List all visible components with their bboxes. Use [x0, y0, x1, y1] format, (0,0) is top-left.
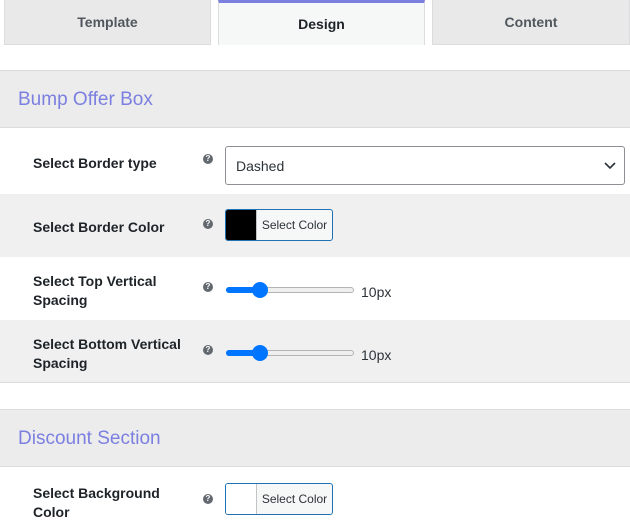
- section-header-discount: Discount Section: [0, 409, 630, 467]
- top-spacing-slider[interactable]: [226, 282, 356, 298]
- chevron-down-icon: [604, 162, 616, 170]
- slider-thumb[interactable]: [252, 345, 269, 361]
- section-title: Discount Section: [18, 428, 161, 449]
- top-spacing-label: Select Top Vertical Spacing: [33, 273, 157, 308]
- background-color-picker[interactable]: Select Color: [225, 483, 333, 515]
- select-color-label: Select Color: [261, 492, 328, 506]
- select-color-label: Select Color: [261, 218, 328, 232]
- border-color-picker[interactable]: Select Color: [225, 209, 333, 241]
- tab-bar: Template Design Content: [0, 0, 630, 45]
- question-circle-icon[interactable]: ?: [203, 494, 213, 504]
- bottom-spacing-slider[interactable]: [226, 345, 356, 361]
- section-header-bump-offer: Bump Offer Box: [0, 70, 630, 128]
- top-spacing-value: 10px: [361, 284, 392, 300]
- background-color-row: Select Background Color ? Select Color: [0, 468, 630, 528]
- question-circle-icon[interactable]: ?: [203, 345, 213, 355]
- bottom-spacing-row: Select Bottom Vertical Spacing ? 10px: [0, 320, 630, 383]
- bottom-spacing-value: 10px: [361, 347, 392, 363]
- question-circle-icon[interactable]: ?: [203, 282, 213, 292]
- slider-thumb[interactable]: [252, 282, 269, 298]
- tab-design[interactable]: Design: [218, 0, 425, 45]
- question-circle-icon[interactable]: ?: [203, 219, 213, 229]
- border-type-value: Dashed: [236, 157, 285, 174]
- border-color-row: Select Border Color ? Select Color: [0, 194, 630, 257]
- color-swatch: [226, 484, 257, 514]
- border-type-label: Select Border type: [33, 155, 157, 171]
- question-circle-icon[interactable]: ?: [203, 154, 213, 164]
- border-type-row: Select Border type ? Dashed: [0, 129, 630, 194]
- color-swatch: [226, 210, 257, 240]
- section-title: Bump Offer Box: [18, 89, 153, 110]
- bottom-spacing-label: Select Bottom Vertical Spacing: [33, 336, 181, 371]
- border-color-label: Select Border Color: [33, 219, 165, 235]
- tab-content[interactable]: Content: [432, 0, 630, 45]
- border-type-select[interactable]: Dashed: [225, 146, 625, 185]
- tab-template[interactable]: Template: [4, 0, 211, 45]
- top-spacing-row: Select Top Vertical Spacing ? 10px: [0, 257, 630, 320]
- background-color-label: Select Background Color: [33, 485, 160, 520]
